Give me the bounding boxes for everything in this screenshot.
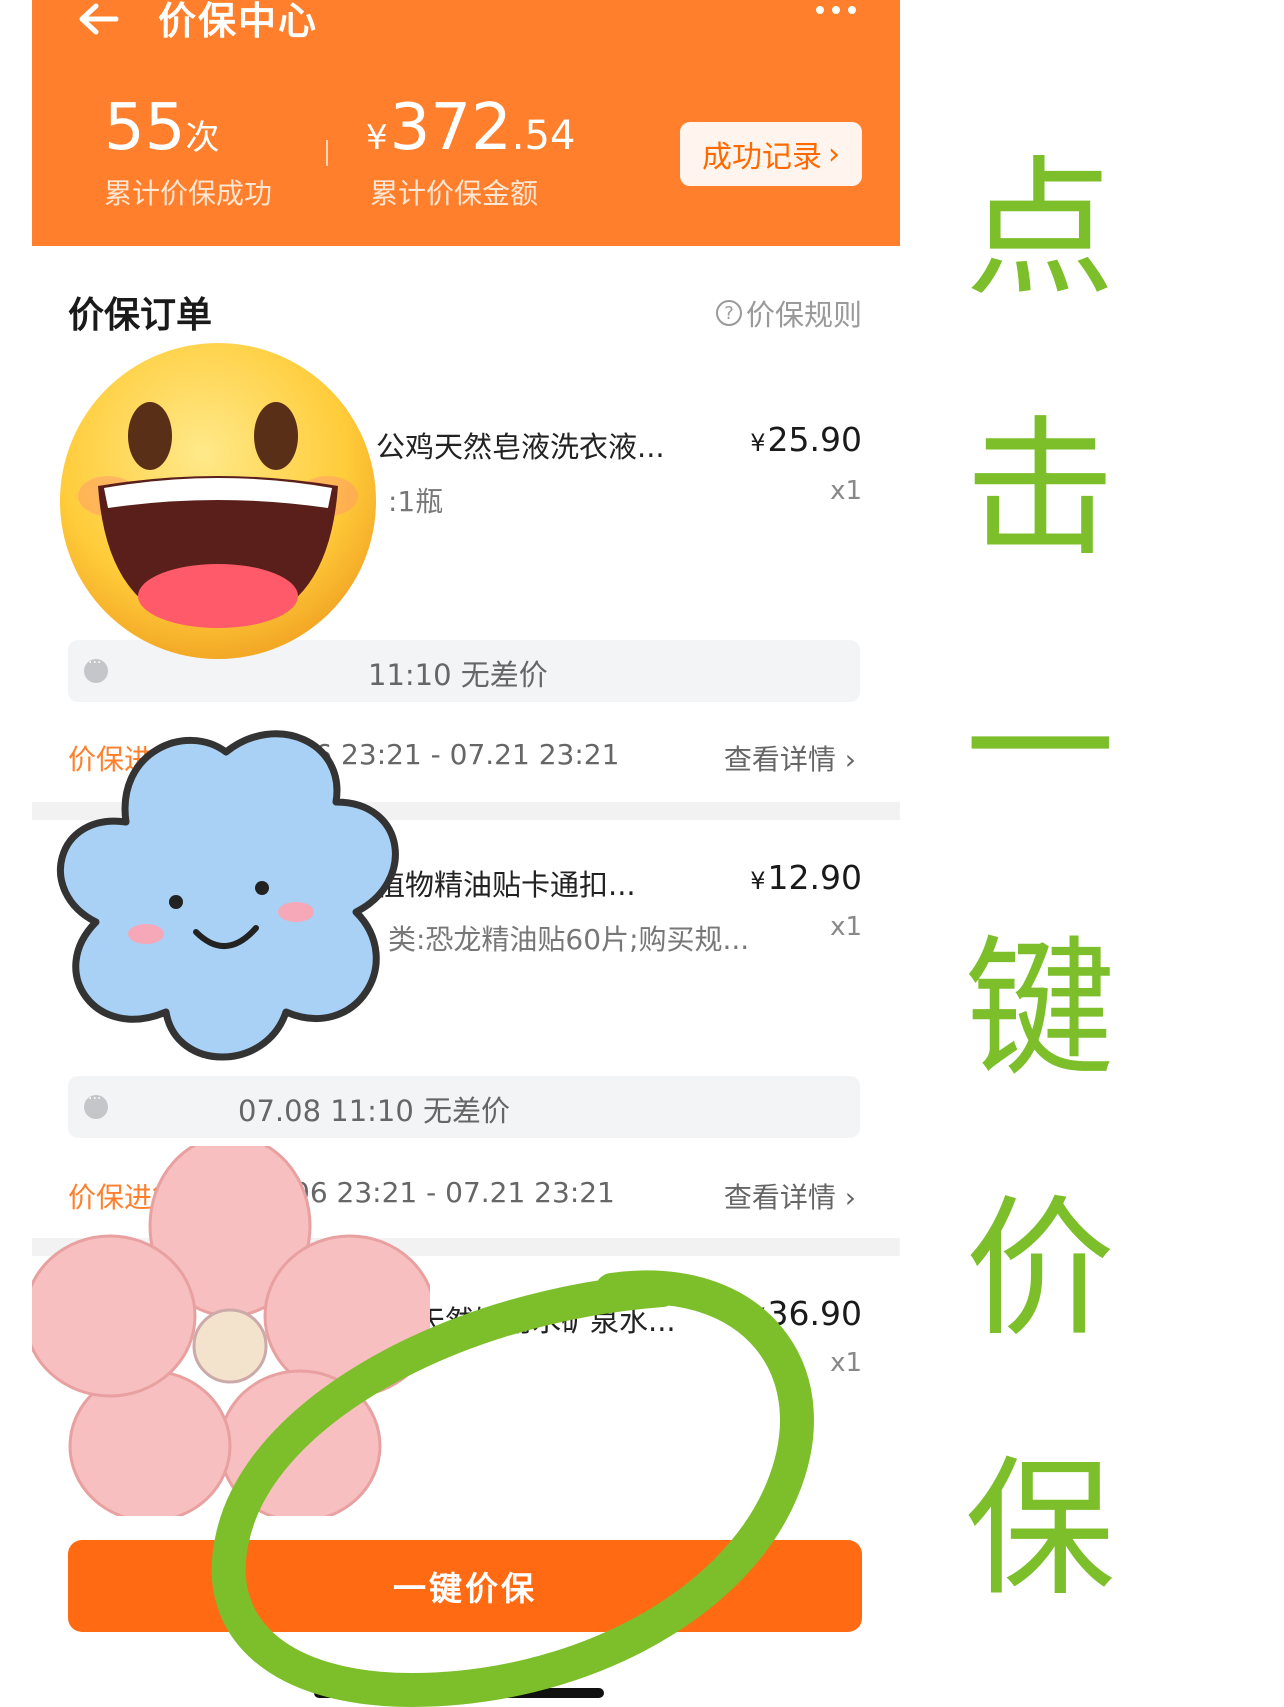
saved-amount: ¥372.54 — [366, 91, 576, 165]
flower-cloud-sticker-icon — [56, 730, 399, 1061]
order-price: ¥25.90 — [750, 420, 862, 459]
annotation-char: 一 — [964, 663, 1115, 837]
rules-label: 价保规则 — [745, 298, 862, 332]
order-spec: 类:恐龙精油贴60片;购买规... — [388, 923, 750, 956]
success-record-label: 成功记录 — [702, 140, 822, 175]
rules-link[interactable]: ? 价保规则 — [715, 292, 862, 334]
saved-amount-label: 累计价保金额 — [370, 177, 539, 210]
stat-divider — [326, 140, 328, 166]
view-detail-link[interactable]: 查看详情 › — [724, 738, 856, 778]
hand-drawn-circle-icon — [211, 1270, 814, 1707]
arrow-left-icon — [79, 3, 119, 35]
question-icon: ? — [715, 300, 742, 326]
back-button[interactable] — [72, 0, 132, 44]
success-record-button[interactable]: 成功记录 › — [680, 122, 862, 186]
annotation-text: 点 击 一 键 价 保 — [960, 100, 1120, 1660]
smiley-sticker-icon — [60, 343, 376, 659]
success-count: 55次 — [104, 91, 220, 165]
status-text: 07.08 11:10 无差价 — [238, 1094, 511, 1128]
order-status: 07.08 11:10 无差价 — [68, 1076, 860, 1138]
view-detail-link[interactable]: 查看详情 › — [724, 1176, 856, 1216]
status-icon — [84, 1091, 108, 1119]
annotation-char: 击 — [964, 403, 1115, 577]
more-dots-icon[interactable] — [816, 6, 856, 14]
order-name: 公鸡天然皂液洗衣液... — [376, 430, 665, 464]
annotation-char: 键 — [964, 923, 1115, 1097]
order-qty: x1 — [830, 476, 862, 506]
page-title: 价保中心 — [158, 0, 319, 43]
annotation-char: 保 — [964, 1443, 1115, 1617]
success-count-label: 累计价保成功 — [104, 177, 273, 210]
section-title: 价保订单 — [68, 295, 213, 336]
app-screen: 价保中心 55次 累计价保成功 ¥372.54 累计价保金额 成功记录 › 价保… — [32, 0, 900, 1707]
order-price: ¥12.90 — [750, 858, 862, 897]
annotation-char: 价 — [964, 1183, 1115, 1357]
header: 价保中心 55次 累计价保成功 ¥372.54 累计价保金额 成功记录 › — [32, 0, 900, 246]
annotation-char: 点 — [964, 143, 1115, 317]
chevron-right-icon: › — [828, 136, 840, 172]
order-qty: x1 — [830, 912, 862, 942]
